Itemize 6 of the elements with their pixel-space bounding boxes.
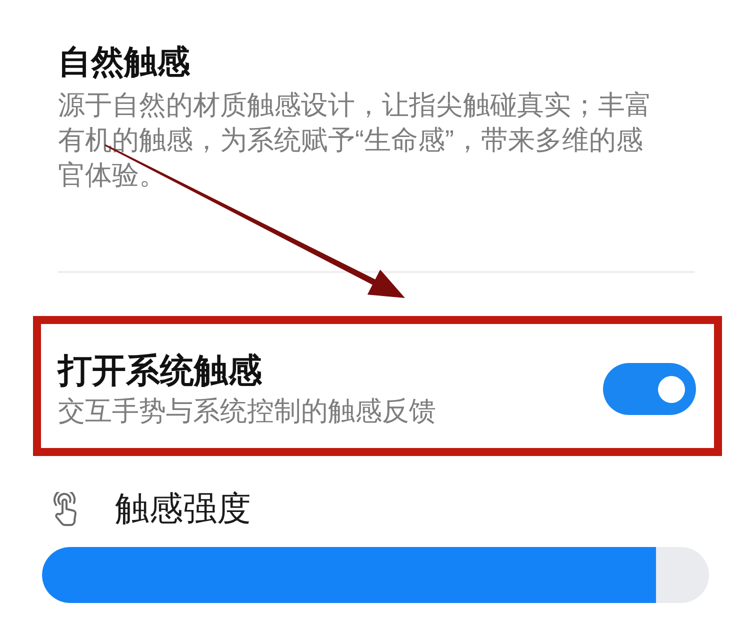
toggle-switch[interactable] (603, 363, 696, 415)
section-title: 自然触感 (58, 42, 191, 82)
intensity-label: 触感强度 (115, 489, 251, 529)
section-description: 源于自然的材质触感设计，让指尖触碰真实；丰富有机的触感，为系统赋予“生命感”，带来多维的感官体验。 (58, 89, 653, 192)
setting-title: 打开系统触感 (58, 351, 263, 392)
setting-subtitle: 交互手势与系统控制的触感反馈 (58, 395, 436, 428)
